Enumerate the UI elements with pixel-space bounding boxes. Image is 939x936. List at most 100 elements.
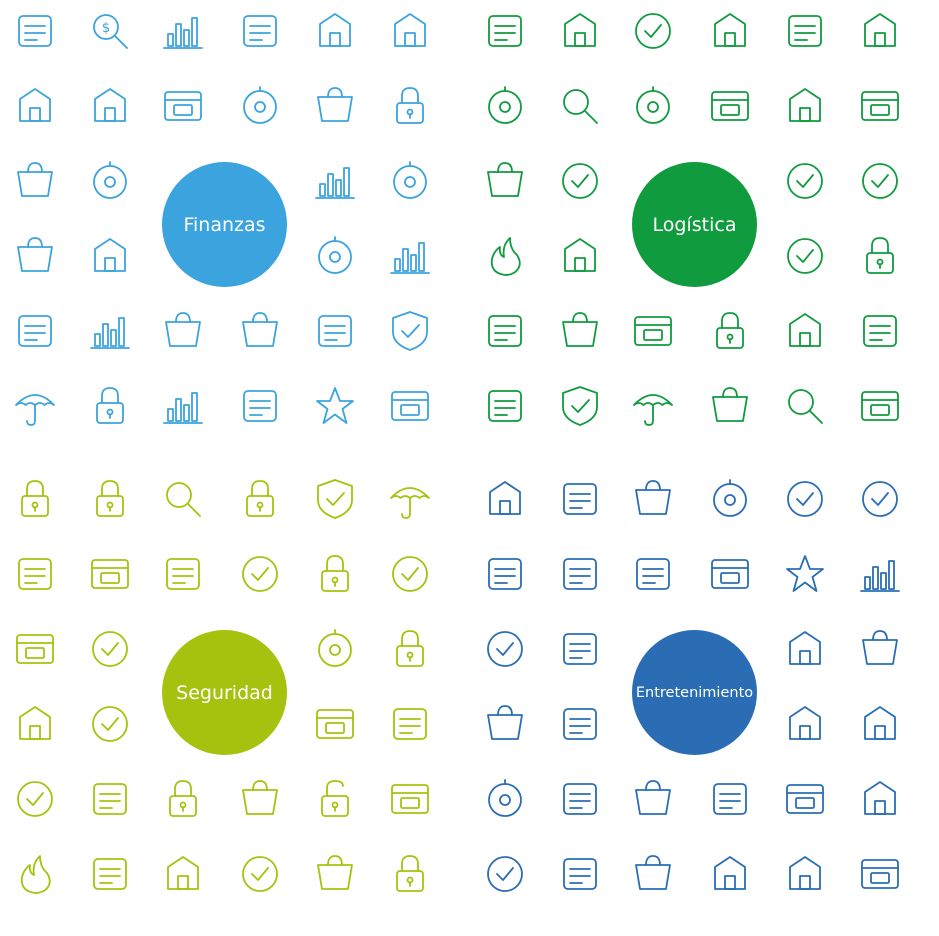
airplane-icon (480, 6, 530, 56)
finanzas-panel: $ Finanzas (0, 0, 469, 468)
bank-building-icon (310, 6, 360, 56)
hand-truck-icon (705, 6, 755, 56)
director-chair-icon (780, 474, 830, 524)
palette-icon (628, 849, 678, 899)
handshake-icon (310, 81, 360, 131)
clapperboard-icon (480, 474, 530, 524)
money-search-icon: $ (85, 6, 135, 56)
easel-icon (555, 849, 605, 899)
piano-icon (855, 699, 905, 749)
museum-icon (555, 699, 605, 749)
warning-icon (385, 549, 435, 599)
svg-text:$: $ (102, 21, 110, 36)
keypad-icon (10, 774, 60, 824)
logistica-panel: Logística (470, 0, 939, 468)
document-pen-icon (158, 306, 208, 356)
globe-pin-icon (555, 6, 605, 56)
tickets-icon (855, 624, 905, 674)
skull-icon (158, 849, 208, 899)
unlocked-padlock-icon (310, 774, 360, 824)
businessman-icon (235, 6, 285, 56)
3d-glasses-icon (480, 549, 530, 599)
compass-icon (628, 81, 678, 131)
entretenimiento-panel: Entretenimiento (470, 468, 939, 936)
shield-check-icon (310, 474, 360, 524)
lifebuoy-icon (310, 624, 360, 674)
star-icon (780, 549, 830, 599)
fingerprint-icon (235, 549, 285, 599)
seguridad-panel: Seguridad (0, 468, 469, 936)
speaker-icon (628, 774, 678, 824)
piggy-bank-icon (385, 6, 435, 56)
retro-tv-icon (855, 849, 905, 899)
safe-icon (385, 381, 435, 431)
atm-card-icon (158, 81, 208, 131)
this-side-up-icon (480, 381, 530, 431)
fire-icon (10, 849, 60, 899)
pie-chart-icon (85, 306, 135, 356)
box-clock-icon (855, 231, 905, 281)
online-shop-icon (628, 6, 678, 56)
rising-chart-icon (385, 231, 435, 281)
hd-monitor-icon (780, 774, 830, 824)
megaphone-icon (85, 699, 135, 749)
rope-barrier-icon (855, 549, 905, 599)
fire-icon (480, 231, 530, 281)
box-shield-icon (555, 381, 605, 431)
safe-icon (385, 774, 435, 824)
theater-masks-icon (480, 699, 530, 749)
finanzas-category-label: Finanzas (162, 162, 287, 287)
cinema-screen-icon (705, 549, 755, 599)
coin-stack-icon (235, 81, 285, 131)
cargo-ship-icon (780, 81, 830, 131)
chain-link-icon (158, 549, 208, 599)
magnifier-icon (158, 474, 208, 524)
gold-bars-icon (158, 381, 208, 431)
atm-cash-icon (310, 306, 360, 356)
banknote-icon (10, 6, 60, 56)
briefcase-icon (235, 381, 285, 431)
firewall-icon (85, 549, 135, 599)
key-icon (310, 849, 360, 899)
stop-hand-icon (85, 849, 135, 899)
security-camera-icon (10, 549, 60, 599)
stopwatch-icon (480, 81, 530, 131)
spotlight-icon (480, 624, 530, 674)
stopwatch-coin-icon (385, 156, 435, 206)
movie-camera-icon (555, 474, 605, 524)
film-reel-icon (705, 474, 755, 524)
umbrella-icon (628, 381, 678, 431)
padlock-icon (385, 849, 435, 899)
logistica-category-label: Logística (632, 162, 757, 287)
cloud-lock-icon (158, 774, 208, 824)
hand-box-icon (855, 381, 905, 431)
balance-scale-icon (10, 81, 60, 131)
support-24-icon (780, 231, 830, 281)
warehouse-icon (705, 381, 755, 431)
password-field-icon (235, 849, 285, 899)
forklift-icon (780, 306, 830, 356)
bar-chart-icon (158, 6, 208, 56)
headset-icon (855, 306, 905, 356)
map-pin-icon (780, 156, 830, 206)
coin-purse-icon (310, 231, 360, 281)
mixer-sliders-icon (705, 774, 755, 824)
container-icon (705, 81, 755, 131)
quill-icon (780, 699, 830, 749)
browser-lock-icon (235, 474, 285, 524)
shield-check-icon (385, 306, 435, 356)
tools-icon (235, 774, 285, 824)
film-strip-icon (628, 474, 678, 524)
theater-stage-icon (555, 624, 605, 674)
gavel-icon (10, 156, 60, 206)
hand-coin-icon (85, 156, 135, 206)
megaphone-icon (855, 474, 905, 524)
alarm-light-icon (385, 699, 435, 749)
clock-icon (705, 306, 755, 356)
return-box-icon (628, 306, 678, 356)
mobile-lock-icon (85, 381, 135, 431)
currency-exchange-icon (10, 231, 60, 281)
server-icon (310, 699, 360, 749)
entretenimiento-category-label: Entretenimiento (632, 630, 757, 755)
bug-icon (85, 624, 135, 674)
